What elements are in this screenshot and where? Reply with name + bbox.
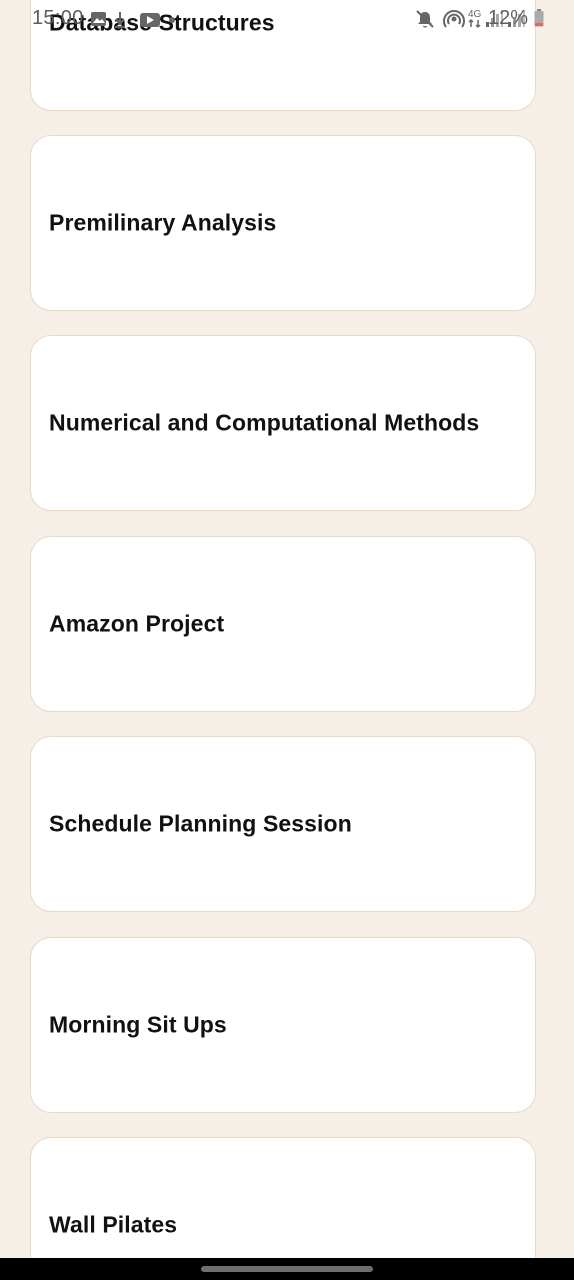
task-card[interactable]: Database Structures — [30, 0, 536, 111]
task-title: Premilinary Analysis — [49, 209, 277, 236]
task-title: Morning Sit Ups — [49, 1011, 227, 1038]
task-card[interactable]: Premilinary Analysis — [30, 135, 536, 311]
task-card[interactable]: Wall Pilates — [30, 1137, 536, 1258]
task-title: Amazon Project — [49, 610, 225, 637]
task-title: Wall Pilates — [49, 1211, 178, 1238]
task-card[interactable]: Morning Sit Ups — [30, 937, 536, 1113]
system-nav-bar — [0, 1258, 574, 1280]
task-card[interactable]: Schedule Planning Session — [30, 736, 536, 912]
task-list: Database Structures Premilinary Analysis… — [0, 0, 574, 1258]
task-title: Numerical and Computational Methods — [49, 409, 480, 436]
home-indicator[interactable] — [201, 1266, 373, 1272]
task-card[interactable]: Amazon Project — [30, 536, 536, 712]
task-title: Schedule Planning Session — [49, 810, 352, 837]
task-title: Database Structures — [49, 9, 275, 36]
task-card[interactable]: Numerical and Computational Methods — [30, 335, 536, 511]
app-screen: Database Structures Premilinary Analysis… — [0, 0, 574, 1258]
